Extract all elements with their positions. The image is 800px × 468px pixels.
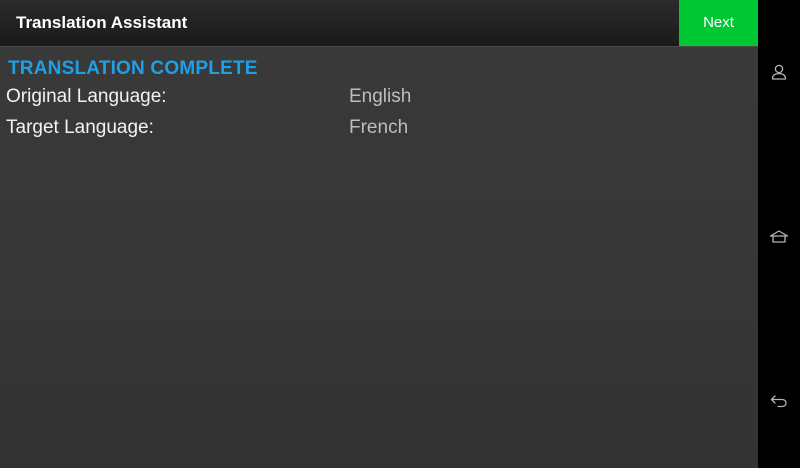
user-button[interactable] — [758, 52, 800, 92]
main-content: TRANSLATION COMPLETE Original Language: … — [0, 47, 758, 468]
original-language-row: Original Language: English — [0, 85, 758, 113]
app-screen: Translation Assistant Next TRANSLATION C… — [0, 0, 758, 468]
original-language-label: Original Language: — [6, 86, 167, 107]
app-title: Translation Assistant — [16, 13, 188, 32]
section-title: TRANSLATION COMPLETE — [8, 58, 258, 79]
back-icon — [770, 395, 787, 408]
user-icon — [771, 64, 787, 80]
target-language-row: Target Language: French — [0, 116, 758, 144]
home-icon — [769, 230, 789, 243]
original-language-value: English — [349, 86, 412, 107]
back-button[interactable] — [758, 381, 800, 421]
system-navigation-bar — [758, 0, 800, 468]
target-language-label: Target Language: — [6, 117, 154, 138]
next-button[interactable]: Next — [679, 0, 758, 46]
home-button[interactable] — [758, 217, 800, 257]
title-bar: Translation Assistant Next — [0, 0, 758, 47]
target-language-value: French — [349, 117, 409, 138]
